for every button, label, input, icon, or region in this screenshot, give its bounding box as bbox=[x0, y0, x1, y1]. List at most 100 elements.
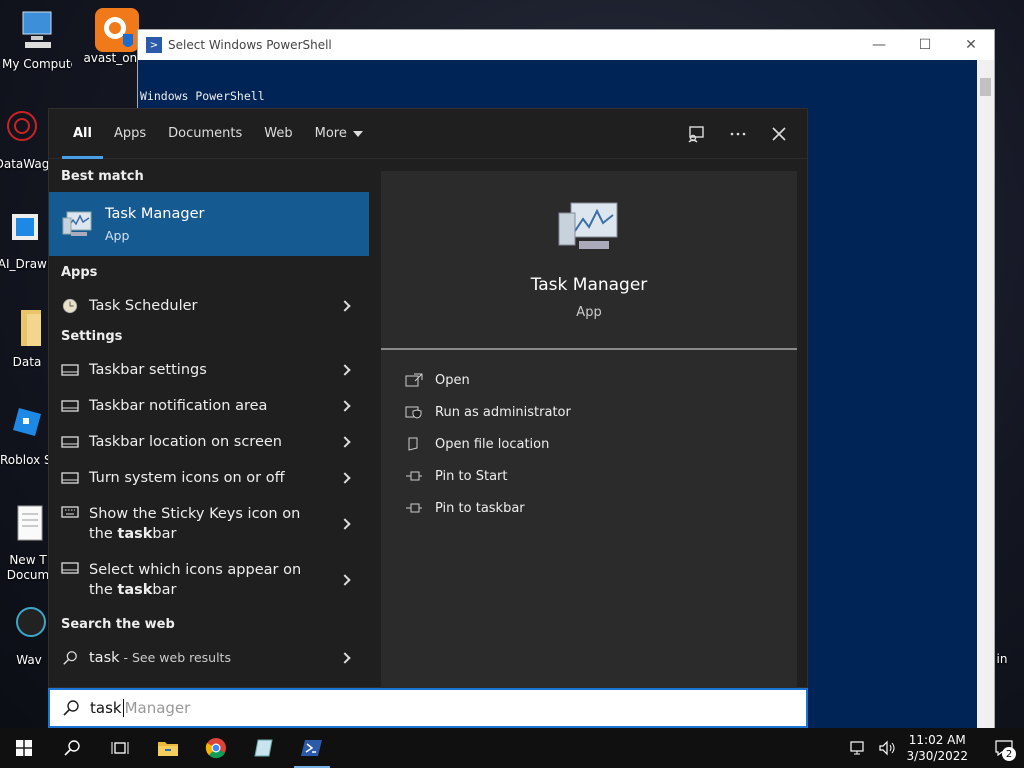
result-system-icons[interactable]: Turn system icons on or off bbox=[49, 460, 369, 496]
taskbar-file-explorer[interactable] bbox=[144, 728, 192, 768]
search-input[interactable]: task Manager bbox=[48, 688, 808, 728]
result-task-scheduler[interactable]: Task Scheduler bbox=[49, 288, 369, 324]
ai-drawing-icon bbox=[12, 214, 38, 240]
result-select-icons[interactable]: Select which icons appear on the taskbar bbox=[49, 552, 369, 608]
chevron-right-icon[interactable] bbox=[339, 518, 351, 530]
result-taskbar-settings[interactable]: Taskbar settings bbox=[49, 352, 369, 388]
more-options-icon[interactable] bbox=[729, 125, 747, 143]
chevron-right-icon[interactable] bbox=[339, 300, 351, 312]
action-open[interactable]: Open bbox=[405, 368, 470, 392]
desktop-icon-label: Wav bbox=[16, 653, 42, 667]
chevron-right-icon[interactable] bbox=[339, 652, 351, 664]
result-label: Select which icons appear on the taskbar bbox=[89, 562, 302, 598]
detail-pane: Task Manager App Open Run as administrat… bbox=[381, 171, 797, 688]
result-web-search[interactable]: task - See web results bbox=[49, 640, 369, 676]
search-tools bbox=[687, 109, 787, 159]
taskbar: 11:02 AM 3/30/2022 2 bbox=[0, 728, 1024, 768]
taskbar-settings-icon bbox=[61, 472, 79, 484]
best-match-subtitle: App bbox=[105, 227, 130, 243]
folder-icon bbox=[21, 310, 41, 346]
chevron-right-icon[interactable] bbox=[339, 364, 351, 376]
taskbar-app[interactable] bbox=[240, 728, 288, 768]
start-search-panel[interactable]: All Apps Documents Web More Best match T… bbox=[48, 108, 808, 688]
powershell-scrollbar[interactable] bbox=[977, 60, 994, 728]
divider bbox=[381, 348, 797, 350]
text-cursor bbox=[122, 699, 124, 717]
task-manager-icon bbox=[62, 211, 92, 236]
tab-more[interactable]: More bbox=[304, 109, 374, 159]
clock[interactable]: 11:02 AM 3/30/2022 bbox=[906, 732, 968, 764]
datawag-icon bbox=[7, 111, 37, 141]
chevron-right-icon[interactable] bbox=[339, 574, 351, 586]
taskbar-settings-icon bbox=[61, 400, 79, 412]
roblox-icon bbox=[13, 408, 41, 436]
tab-all[interactable]: All bbox=[62, 109, 103, 159]
result-label: Turn system icons on or off bbox=[89, 470, 285, 486]
minimize-button[interactable]: — bbox=[856, 30, 902, 60]
powershell-titlebar[interactable]: > Select Windows PowerShell — ☐ ✕ bbox=[138, 30, 994, 60]
search-button[interactable] bbox=[48, 728, 96, 768]
tab-documents[interactable]: Documents bbox=[157, 109, 253, 159]
clock-time: 11:02 AM bbox=[908, 733, 966, 747]
action-open-file-location[interactable]: Open file location bbox=[405, 432, 549, 456]
taskbar-powershell[interactable] bbox=[288, 728, 336, 768]
search-icon bbox=[64, 740, 80, 756]
action-pin-to-taskbar[interactable]: Pin to taskbar bbox=[405, 496, 525, 520]
powershell-title: Select Windows PowerShell bbox=[168, 38, 332, 52]
clock-date: 3/30/2022 bbox=[906, 749, 968, 763]
desktop-icon-wav[interactable]: Wav bbox=[4, 604, 54, 667]
desktop-icon-roblox[interactable]: Roblox S bbox=[0, 404, 50, 467]
volume-icon[interactable] bbox=[878, 740, 896, 756]
open-icon bbox=[405, 373, 423, 387]
desktop-icon-my-computer[interactable]: My Computer bbox=[2, 8, 72, 71]
section-web: Search the web bbox=[61, 616, 175, 632]
clock-icon bbox=[62, 298, 78, 314]
tab-apps[interactable]: Apps bbox=[103, 109, 157, 159]
result-label: Task Scheduler bbox=[89, 298, 198, 314]
desktop-icon-label: DataWag bbox=[0, 157, 50, 171]
maximize-button[interactable]: ☐ bbox=[902, 30, 948, 60]
section-apps: Apps bbox=[61, 264, 98, 280]
result-taskbar-notification-area[interactable]: Taskbar notification area bbox=[49, 388, 369, 424]
chevron-down-icon bbox=[352, 130, 363, 137]
shield-icon bbox=[405, 406, 422, 419]
search-typed-text: task bbox=[90, 699, 122, 717]
network-icon[interactable] bbox=[850, 740, 868, 756]
action-label: Open file location bbox=[435, 436, 550, 452]
task-view-button[interactable] bbox=[96, 728, 144, 768]
result-label: Taskbar notification area bbox=[89, 398, 268, 414]
result-label: Taskbar settings bbox=[89, 362, 207, 378]
action-run-as-admin[interactable]: Run as administrator bbox=[405, 400, 571, 424]
console-line: Windows PowerShell bbox=[140, 89, 265, 103]
desktop-icon-data[interactable]: Data bbox=[2, 306, 52, 369]
tab-web[interactable]: Web bbox=[253, 109, 303, 159]
desktop-icon-label: My Computer bbox=[2, 57, 72, 71]
result-taskbar-location[interactable]: Taskbar location on screen bbox=[49, 424, 369, 460]
desktop-icon-ai-drawing[interactable]: AI_Drawi bbox=[0, 208, 52, 271]
action-center-button[interactable]: 2 bbox=[984, 728, 1024, 768]
chevron-right-icon[interactable] bbox=[339, 436, 351, 448]
feedback-icon[interactable] bbox=[687, 125, 705, 143]
action-pin-to-start[interactable]: Pin to Start bbox=[405, 464, 507, 488]
search-autocomplete: Manager bbox=[124, 699, 191, 717]
section-best-match: Best match bbox=[61, 168, 144, 184]
scrollbar-thumb[interactable] bbox=[980, 78, 991, 96]
best-match-task-manager[interactable]: Task Manager App bbox=[49, 192, 369, 256]
close-button[interactable]: ✕ bbox=[948, 30, 994, 60]
action-label: Run as administrator bbox=[435, 404, 571, 420]
task-view-icon bbox=[111, 742, 129, 754]
chevron-right-icon[interactable] bbox=[339, 472, 351, 484]
chevron-right-icon[interactable] bbox=[339, 400, 351, 412]
tab-more-label: More bbox=[314, 126, 347, 141]
best-match-title: Task Manager bbox=[105, 205, 205, 222]
desktop-icon-label: Data bbox=[12, 355, 42, 369]
desktop-icon-datawag[interactable]: DataWag bbox=[0, 108, 50, 171]
close-icon[interactable] bbox=[771, 126, 787, 142]
start-button[interactable] bbox=[0, 728, 48, 768]
desktop-icon-new-text-doc[interactable]: New T Docum bbox=[4, 504, 52, 583]
result-label: Show the Sticky Keys icon on the taskbar bbox=[89, 506, 301, 542]
search-tabs: All Apps Documents Web More bbox=[49, 109, 807, 159]
taskbar-chrome[interactable] bbox=[192, 728, 240, 768]
result-sticky-keys[interactable]: Show the Sticky Keys icon on the taskbar bbox=[49, 496, 369, 552]
notification-count: 2 bbox=[1002, 747, 1016, 761]
